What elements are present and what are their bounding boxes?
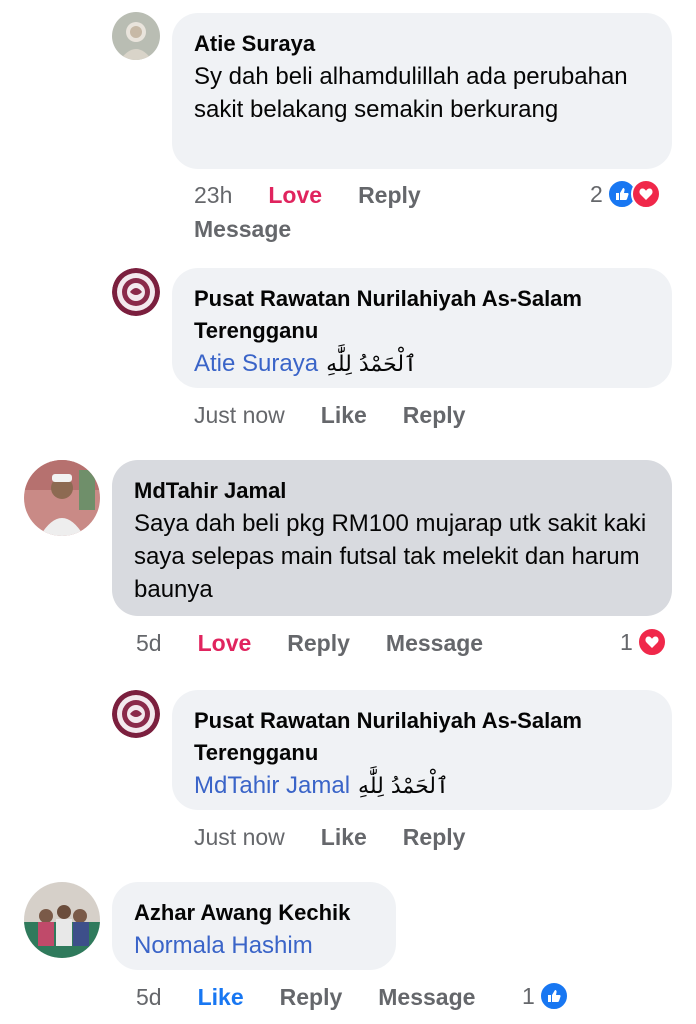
reply-button[interactable]: Reply (403, 824, 466, 851)
message-button[interactable]: Message (378, 984, 475, 1011)
page-avatar[interactable] (112, 268, 160, 316)
comment-actions: 5d Like Reply Message (136, 984, 511, 1011)
comment-time[interactable]: 5d (136, 984, 162, 1011)
like-button[interactable]: Like (321, 824, 367, 851)
avatar[interactable] (24, 882, 100, 958)
message-button[interactable]: Message (194, 216, 291, 243)
love-button[interactable]: Love (268, 182, 322, 209)
comment-text: MdTahir Jamal ٱلْحَمْدُ لِلَّٰهِ (194, 769, 650, 803)
mention-link[interactable]: Atie Suraya (194, 350, 318, 377)
reaction-count: 1 (522, 982, 535, 1009)
comment-bubble: Atie Suraya Sy dah beli alhamdulillah ad… (172, 13, 672, 169)
comment-actions: 5d Love Reply Message (136, 630, 519, 657)
reaction-count: 1 (620, 628, 633, 655)
reply-button[interactable]: Reply (358, 182, 421, 209)
comment-bubble: Pusat Rawatan Nurilahiyah As-Salam Teren… (172, 690, 672, 810)
comment-time[interactable]: Just now (194, 824, 285, 851)
mention-link[interactable]: MdTahir Jamal (194, 772, 350, 799)
comment-time[interactable]: 23h (194, 182, 232, 209)
comment-text: Normala Hashim (134, 929, 374, 962)
avatar[interactable] (112, 12, 160, 60)
comment-text: Atie Suraya ٱلْحَمْدُ لِلَّٰهِ (194, 347, 650, 381)
heart-icon (630, 179, 661, 209)
reaction-summary[interactable]: 1 (522, 981, 569, 1011)
comment-time[interactable]: Just now (194, 402, 285, 429)
comment-actions: 23h Love Reply (194, 182, 457, 209)
avatar[interactable] (24, 460, 100, 536)
comment-author[interactable]: Azhar Awang Kechik (134, 897, 374, 929)
page-avatar[interactable] (112, 690, 160, 738)
comment-author[interactable]: MdTahir Jamal (134, 475, 650, 507)
message-button[interactable]: Message (386, 630, 483, 657)
reaction-summary[interactable]: 1 (620, 627, 667, 657)
comment-bubble: MdTahir Jamal Saya dah beli pkg RM100 mu… (112, 460, 672, 616)
comment-text: Saya dah beli pkg RM100 mujarap utk saki… (134, 510, 647, 603)
comment-text: Sy dah beli alhamdulillah ada perubahan … (194, 63, 628, 123)
arabic-text: ٱلْحَمْدُ لِلَّٰهِ (326, 352, 417, 377)
reaction-count: 2 (590, 180, 603, 207)
comment-actions-row2: Message (194, 216, 327, 243)
comment-bubble: Azhar Awang Kechik Normala Hashim (112, 882, 396, 970)
comment-time[interactable]: 5d (136, 630, 162, 657)
reply-button[interactable]: Reply (287, 630, 350, 657)
comment-author[interactable]: Atie Suraya (194, 28, 650, 60)
comment-actions: Just now Like Reply (194, 402, 501, 429)
comment-author[interactable]: Pusat Rawatan Nurilahiyah As-Salam Teren… (194, 705, 650, 769)
comment-author[interactable]: Pusat Rawatan Nurilahiyah As-Salam Teren… (194, 283, 650, 347)
like-button[interactable]: Like (198, 984, 244, 1011)
like-button[interactable]: Like (321, 402, 367, 429)
mention-link[interactable]: Normala Hashim (134, 932, 313, 959)
heart-icon (636, 627, 667, 657)
comment-bubble: Pusat Rawatan Nurilahiyah As-Salam Teren… (172, 268, 672, 388)
like-icon (538, 981, 569, 1011)
reaction-summary[interactable]: 2 (590, 179, 661, 209)
arabic-text: ٱلْحَمْدُ لِلَّٰهِ (358, 774, 449, 799)
reply-button[interactable]: Reply (403, 402, 466, 429)
love-button[interactable]: Love (198, 630, 252, 657)
reply-button[interactable]: Reply (280, 984, 343, 1011)
comment-actions: Just now Like Reply (194, 824, 501, 851)
